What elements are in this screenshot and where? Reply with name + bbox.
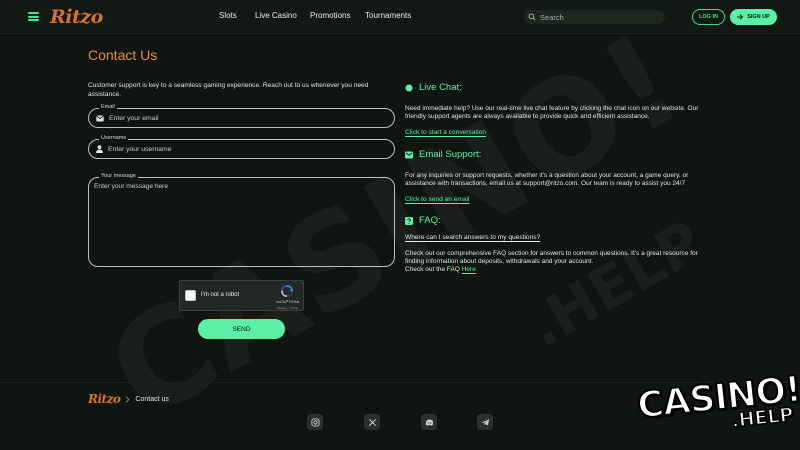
signup-label: SIGN UP	[747, 14, 770, 20]
email-support-text: For any inquiries or support requests, w…	[405, 172, 689, 187]
email-support-heading: Email Support:	[405, 149, 481, 160]
faq-checkout-prefix: Check out the FAQ	[405, 265, 460, 273]
search-box[interactable]	[524, 10, 665, 24]
live-chat-title: Live Chat:	[419, 82, 462, 93]
message-field[interactable]: Your message	[88, 173, 395, 267]
username-field[interactable]: Username	[88, 135, 395, 159]
start-conversation-link[interactable]: Click to start a conversation	[405, 129, 486, 136]
recaptcha-checkbox[interactable]	[185, 290, 196, 301]
nav-item-tournaments[interactable]: Tournaments	[365, 11, 411, 20]
faq-question-link[interactable]: Where can I search answers to my questio…	[405, 234, 540, 241]
nav-item-slots[interactable]: Slots	[219, 11, 237, 20]
footer-logo[interactable]: Ritzo	[88, 392, 121, 406]
login-button[interactable]: LOG IN	[692, 9, 725, 25]
send-button[interactable]: SEND	[198, 319, 285, 339]
discord-icon	[425, 419, 433, 426]
social-discord[interactable]	[421, 414, 437, 430]
nav-item-promotions[interactable]: Promotions	[310, 11, 350, 20]
recaptcha-logo-icon	[281, 285, 293, 297]
breadcrumb: Ritzo Contact us	[88, 392, 169, 406]
live-dot-icon	[405, 84, 413, 91]
watermark-help: .HELP	[516, 207, 714, 361]
chevron-right-icon	[126, 395, 131, 403]
faq-icon	[405, 216, 413, 225]
username-input[interactable]	[108, 145, 378, 153]
message-label: Your message	[99, 173, 138, 179]
mail-icon	[96, 115, 104, 121]
send-email-link[interactable]: Click to send an email	[405, 196, 470, 203]
email-support-icon	[405, 151, 413, 158]
faq-text: Check out our comprehensive FAQ section …	[405, 250, 715, 273]
faq-here-link[interactable]: Here	[462, 266, 476, 273]
faq-text-body: Check out our comprehensive FAQ section …	[405, 250, 698, 265]
email-field[interactable]: Email	[88, 104, 395, 128]
user-icon	[96, 145, 103, 153]
instagram-icon	[310, 417, 320, 427]
email-support-title: Email Support:	[419, 149, 482, 160]
faq-heading: FAQ:	[405, 215, 441, 226]
contact-intro: Customer support is key to a seamless ga…	[88, 82, 369, 98]
search-input[interactable]	[540, 12, 660, 22]
live-chat-text: Need immediate help? Use our real-time l…	[405, 105, 699, 120]
page-title: Contact Us	[88, 47, 158, 63]
social-telegram[interactable]	[477, 414, 493, 430]
arrow-right-icon	[737, 14, 744, 20]
social-x[interactable]	[364, 414, 380, 430]
recaptcha-brand: reCAPTCHA	[276, 299, 299, 304]
recaptcha-terms[interactable]: Privacy - Terms	[277, 306, 298, 310]
main-nav: Slots Live Casino Promotions Tournaments	[0, 11, 800, 25]
username-label: Username	[99, 135, 129, 141]
recaptcha-widget: I'm not a robot reCAPTCHA Privacy - Term…	[179, 280, 304, 311]
email-input[interactable]	[109, 114, 379, 122]
telegram-icon	[481, 418, 489, 426]
x-icon	[368, 418, 376, 426]
breadcrumb-current: Contact us	[135, 395, 169, 403]
message-textarea[interactable]	[94, 183, 384, 263]
live-chat-heading: Live Chat:	[405, 82, 462, 93]
top-header: Ritzo Slots Live Casino Promotions Tourn…	[0, 0, 800, 34]
search-icon	[528, 13, 536, 21]
recaptcha-label: I'm not a robot	[201, 292, 240, 298]
nav-item-live-casino[interactable]: Live Casino	[255, 11, 297, 20]
social-instagram[interactable]	[307, 414, 323, 430]
signup-button[interactable]: SIGN UP	[730, 9, 777, 25]
email-label: Email	[99, 104, 117, 110]
faq-title: FAQ:	[419, 215, 441, 226]
